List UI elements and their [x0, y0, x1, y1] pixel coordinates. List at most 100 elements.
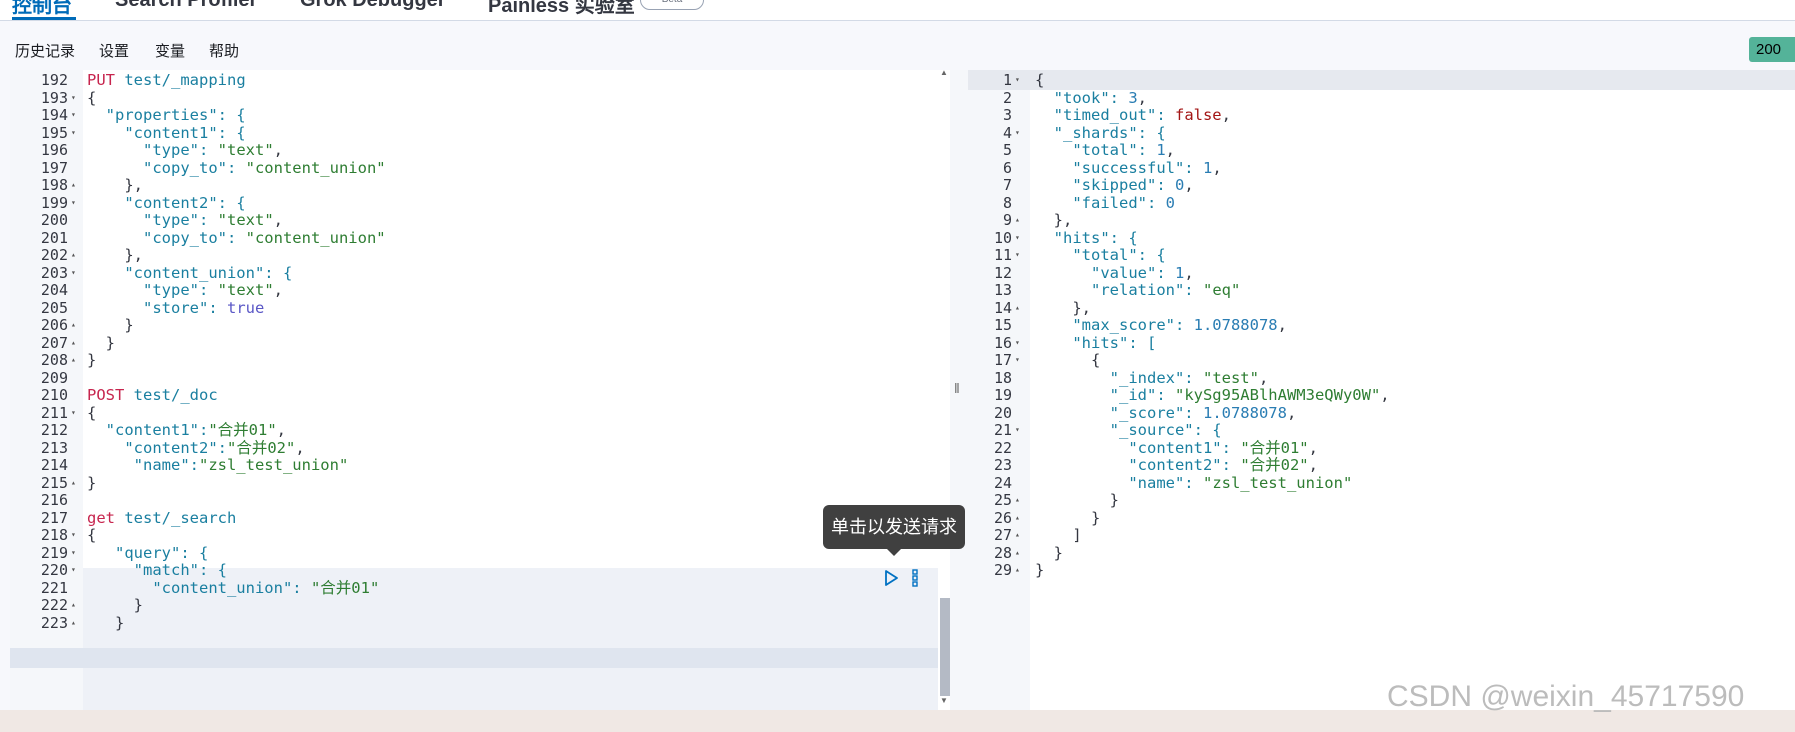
code-token: "_id":	[1035, 386, 1175, 404]
beta-badge: Beta	[640, 0, 704, 10]
code-token: "hits": [	[1035, 333, 1157, 352]
code-token: "_source": {	[1035, 421, 1222, 439]
pane-resizer[interactable]: ‖	[950, 70, 968, 710]
request-editor[interactable]: ▲ ▼ 192 PUT test/_mapping 193 ▾{194 ▾ "prope…	[10, 70, 950, 710]
code-token: "content2":	[87, 438, 227, 457]
code-token: },	[87, 246, 143, 264]
code-token: ,	[1137, 88, 1148, 107]
code-token: "_score":	[1035, 403, 1203, 422]
code-token: }	[87, 613, 125, 632]
code-token: 3	[1128, 88, 1138, 107]
code-token: }	[87, 333, 115, 352]
menu-variables[interactable]: 变量	[155, 40, 185, 61]
fold-arrow-up-icon[interactable]: ▴	[1015, 560, 1020, 580]
code-token: "properties": {	[87, 106, 246, 124]
tooltip-text: 单击以发送请求	[831, 517, 957, 537]
code-text: }	[1035, 560, 1044, 580]
code-token: "text"	[217, 211, 274, 229]
code-token: ,	[276, 421, 286, 439]
code-token: ,	[1184, 263, 1194, 282]
code-token: "copy_to":	[87, 228, 246, 247]
code-token: "content2":	[1035, 456, 1241, 474]
code-token: POST	[87, 386, 125, 404]
console-menu: 历史记录 设置 变量 帮助	[0, 20, 1795, 70]
menu-history[interactable]: 历史记录	[15, 40, 75, 61]
code-token: }	[87, 316, 134, 334]
code-token: {	[87, 403, 97, 422]
code-token: "content_union": {	[87, 263, 293, 282]
code-token: {	[1035, 71, 1045, 89]
code-token: "store":	[87, 298, 227, 317]
code-token: "type":	[87, 141, 218, 159]
code-token: "match": {	[87, 561, 227, 579]
code-token: "name":	[87, 456, 199, 474]
code-token: ,	[1308, 438, 1318, 457]
code-token: {	[87, 526, 97, 544]
code-token: "name":	[1035, 473, 1203, 492]
code-token: "successful":	[1035, 158, 1203, 177]
code-token: true	[226, 298, 265, 317]
line-number: 223	[40, 613, 68, 632]
code-token: false	[1174, 106, 1222, 124]
code-token: ,	[1277, 316, 1287, 334]
code-token: "took":	[1035, 88, 1129, 107]
code-token: "合并02"	[226, 438, 296, 457]
kebab-icon[interactable]	[910, 568, 920, 588]
code-token: 1.0788078	[1202, 403, 1287, 422]
code-text: }	[87, 613, 124, 633]
code-token: test/_mapping	[115, 71, 246, 89]
code-token: ,	[273, 211, 283, 229]
code-token: ,	[1165, 141, 1176, 159]
code-token: "kySg95ABlhAWM3eQWy0W"	[1174, 386, 1381, 404]
code-token: get	[87, 508, 115, 527]
drag-handle-icon[interactable]: ‖	[954, 380, 960, 396]
response-code-line[interactable]: 29 ▴}	[968, 560, 1795, 580]
code-token: "text"	[217, 281, 274, 299]
code-token: },	[1035, 298, 1091, 317]
code-token: ,	[273, 281, 283, 299]
code-token: 1	[1202, 158, 1213, 177]
code-token: ,	[1221, 106, 1231, 124]
code-token: "failed":	[1035, 193, 1166, 212]
code-token: }	[1035, 561, 1045, 579]
line-number: 29	[993, 561, 1012, 579]
code-token: "content2": {	[87, 193, 246, 212]
request-code-line[interactable]: 223 ▴ }	[10, 613, 950, 633]
code-token: }	[87, 351, 97, 369]
code-token: }	[87, 473, 97, 492]
code-token: {	[87, 88, 97, 107]
code-token: {	[1035, 351, 1101, 369]
tooltip-arrow	[887, 549, 901, 556]
code-token: "合并01"	[310, 578, 380, 597]
menu-help[interactable]: 帮助	[209, 40, 239, 61]
code-token: "text"	[217, 141, 274, 159]
tab-console[interactable]: 控制台	[12, 0, 72, 18]
play-icon[interactable]	[882, 569, 900, 587]
watermark-text: CSDN @weixin_45717590	[1387, 680, 1745, 713]
code-token: 1	[1156, 141, 1166, 159]
tab-painless-lab[interactable]: Painless 实验室	[488, 0, 635, 18]
code-token: "query": {	[87, 543, 209, 562]
scroll-down-icon[interactable]: ▼	[940, 696, 948, 705]
code-token: }	[87, 596, 143, 614]
code-token: "合并02"	[1240, 456, 1309, 474]
code-token: }	[1035, 491, 1119, 509]
status-badge: 200	[1749, 37, 1795, 62]
code-token: "test"	[1202, 368, 1259, 387]
response-viewer[interactable]: 1 ▾{2 "took": 3, 3 "timed_out": false, 4 ▾ "…	[968, 70, 1795, 710]
code-token: "hits": {	[1035, 228, 1138, 247]
code-token: ,	[1380, 386, 1390, 404]
code-token: "content_union":	[87, 578, 311, 597]
code-token: "_shards": {	[1035, 123, 1166, 142]
code-token: "copy_to":	[87, 158, 246, 177]
tab-grok-debugger[interactable]: Grok Debugger	[300, 0, 446, 12]
code-token: "skipped":	[1035, 176, 1175, 194]
code-token: "max_score":	[1035, 316, 1194, 334]
code-token: "type":	[87, 281, 218, 299]
code-token: ,	[1286, 403, 1297, 422]
menu-settings[interactable]: 设置	[99, 40, 129, 61]
fold-arrow-up-icon[interactable]: ▴	[71, 613, 76, 633]
code-token: ,	[1308, 456, 1318, 474]
code-token: "type":	[87, 211, 218, 229]
tab-search-profiler[interactable]: Search Profiler	[115, 0, 257, 12]
